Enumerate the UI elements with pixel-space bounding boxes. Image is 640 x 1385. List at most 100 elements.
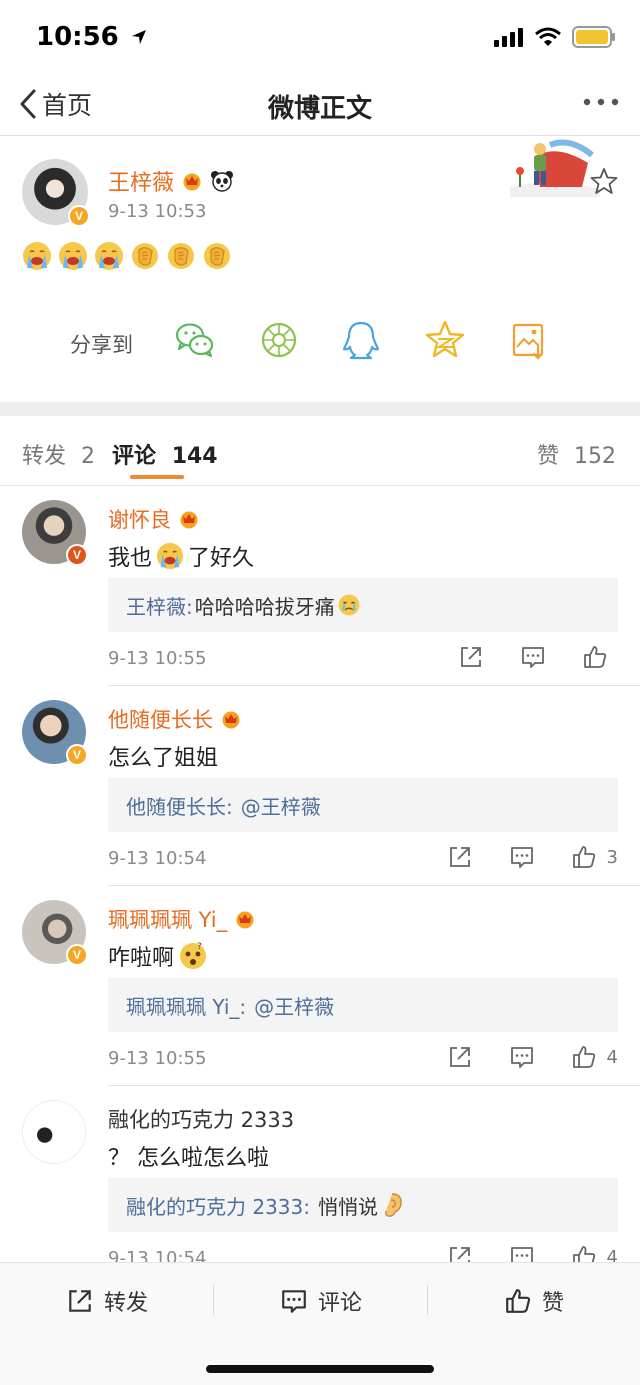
comment-actions: 4 <box>447 1244 618 1262</box>
like-post-button[interactable]: 赞 <box>504 1285 564 1317</box>
active-tab-indicator <box>130 475 184 479</box>
comment-username[interactable]: 谢怀良 <box>108 504 201 534</box>
back-label: 首页 <box>42 91 93 120</box>
reply-comment-icon[interactable] <box>509 844 535 870</box>
comment-label: 评论 <box>318 1291 363 1316</box>
qq-icon[interactable] <box>340 319 382 361</box>
post-time: 9-13 10:53 <box>108 201 207 222</box>
reply-author[interactable]: 王梓薇: <box>126 591 193 620</box>
thumbs-up-icon <box>572 846 595 868</box>
thumbs-up-icon <box>584 646 607 668</box>
share-comment-icon[interactable] <box>447 1244 473 1262</box>
comment-time: 9-13 10:54 <box>108 1248 207 1262</box>
page-title: 微博正文 <box>267 94 372 124</box>
share-row: 分享到 <box>0 319 640 369</box>
like-button[interactable]: 4 <box>571 1044 618 1070</box>
wifi-icon <box>535 27 561 46</box>
comment-text-part: 怎么了姐姐 <box>108 746 219 771</box>
author-avatar[interactable]: V <box>22 159 90 227</box>
comment-text: ？ 怎么啦怎么啦 <box>108 1140 269 1172</box>
post-content <box>22 241 232 271</box>
like-button[interactable]: 4 <box>571 1244 618 1262</box>
status-time: 10:56 <box>36 22 148 52</box>
wechat-icon[interactable] <box>174 319 216 361</box>
share-comment-icon[interactable] <box>447 1044 473 1070</box>
repost-button[interactable]: 转发 <box>66 1285 148 1317</box>
like-count: 4 <box>606 1246 618 1263</box>
comment-actions: 4 <box>447 1044 618 1070</box>
crying-emoji-icon <box>156 542 184 570</box>
save-image-icon[interactable] <box>508 319 550 361</box>
comment-text: 我也 了好久 <box>108 540 254 572</box>
commenter-avatar[interactable] <box>22 1100 86 1164</box>
sob-emoji-icon <box>338 594 360 616</box>
reply-author[interactable]: 他随便长长: <box>126 791 233 820</box>
moments-icon[interactable] <box>258 319 300 361</box>
commenter-avatar[interactable]: V <box>22 700 88 766</box>
comment-item: V 珮珮珮珮 Yi_ 咋啦啊 ? 珮珮珮珮 Yi_: @王梓薇 9-13 10:… <box>0 886 640 1086</box>
bottom-bar-separator <box>427 1285 428 1315</box>
like-button[interactable] <box>582 644 618 670</box>
ear-emoji-icon <box>385 1193 402 1217</box>
reply-text: 哈哈哈哈拔牙痛 <box>194 594 335 619</box>
comment-username[interactable]: 珮珮珮珮 Yi_ <box>108 904 257 934</box>
reply-author[interactable]: 融化的巧克力 2333: <box>126 1191 310 1220</box>
crying-emoji-icon <box>23 242 51 270</box>
share-comment-icon[interactable] <box>447 844 473 870</box>
comment-actions: 3 <box>447 844 618 870</box>
member-crown-icon <box>236 911 254 929</box>
comment-reply-box[interactable]: 他随便长长: @王梓薇 <box>108 778 618 832</box>
bottom-bar-separator <box>213 1285 214 1315</box>
reply-mention[interactable]: @王梓薇 <box>254 991 334 1020</box>
repost-icon <box>69 1290 91 1312</box>
comment-text: 怎么了姐姐 <box>108 740 218 772</box>
little-prince-decoration-icon <box>510 139 600 197</box>
reply-comment-icon[interactable] <box>520 644 546 670</box>
comment-reply-box[interactable]: 融化的巧克力 2333: 悄悄说 <box>108 1178 618 1232</box>
commenter-avatar[interactable]: V <box>22 500 88 566</box>
home-indicator[interactable] <box>206 1365 434 1373</box>
tab-repost-label: 转发 <box>22 444 67 469</box>
post-author[interactable]: 王梓薇 <box>108 165 234 197</box>
tab-repost[interactable]: 转发 2 <box>22 438 95 470</box>
comment-item: V 谢怀良 我也 了好久 王梓薇: 哈哈哈哈拔牙痛 9-13 10:55 <box>0 486 640 686</box>
tab-likes-count: 152 <box>574 444 616 469</box>
thumbs-up-icon <box>572 1246 595 1262</box>
tab-comments[interactable]: 评论 144 <box>112 438 218 470</box>
comment-reply-box[interactable]: 王梓薇: 哈哈哈哈拔牙痛 <box>108 578 618 632</box>
tab-repost-count: 2 <box>81 444 96 469</box>
share-comment-icon[interactable] <box>458 644 484 670</box>
member-crown-icon <box>222 711 240 729</box>
comment-text-part: 咋啦啊 <box>108 946 175 971</box>
favorite-star-icon[interactable] <box>590 167 618 195</box>
verified-badge-icon: V <box>66 544 88 566</box>
comment-actions <box>458 644 618 670</box>
tab-likes[interactable]: 赞 152 <box>537 438 616 470</box>
comment-reply-box[interactable]: 珮珮珮珮 Yi_: @王梓薇 <box>108 978 618 1032</box>
like-button[interactable]: 3 <box>571 844 618 870</box>
more-button[interactable] <box>582 90 620 118</box>
reply-author[interactable]: 珮珮珮珮 Yi_: <box>126 991 246 1020</box>
tab-comments-count: 144 <box>171 444 218 469</box>
more-dots-icon <box>583 98 619 106</box>
comment-username[interactable]: 融化的巧克力 2333 <box>108 1104 294 1134</box>
member-crown-icon <box>183 173 201 191</box>
repost-label: 转发 <box>104 1291 149 1316</box>
comment-username-text: 融化的巧克力 2333 <box>108 1108 295 1132</box>
commenter-avatar[interactable]: V <box>22 900 88 966</box>
comment-button[interactable]: 评论 <box>280 1285 362 1317</box>
tab-bar: 转发 2 评论 144 赞 152 <box>0 416 640 486</box>
comment-time: 9-13 10:55 <box>108 1048 207 1069</box>
verified-badge-icon: V <box>66 744 88 766</box>
verified-badge-icon: V <box>68 205 90 227</box>
qzone-icon[interactable] <box>424 319 466 361</box>
reply-comment-icon[interactable] <box>509 1044 535 1070</box>
reply-mention[interactable]: @王梓薇 <box>241 791 321 820</box>
back-button[interactable]: 首页 <box>18 86 92 122</box>
member-crown-icon <box>180 511 198 529</box>
tab-likes-label: 赞 <box>536 444 559 469</box>
comment-username-text: 他随便长长 <box>108 708 213 732</box>
crying-emoji-icon <box>95 242 123 270</box>
comment-username[interactable]: 他随便长长 <box>108 704 243 734</box>
reply-comment-icon[interactable] <box>509 1244 535 1262</box>
